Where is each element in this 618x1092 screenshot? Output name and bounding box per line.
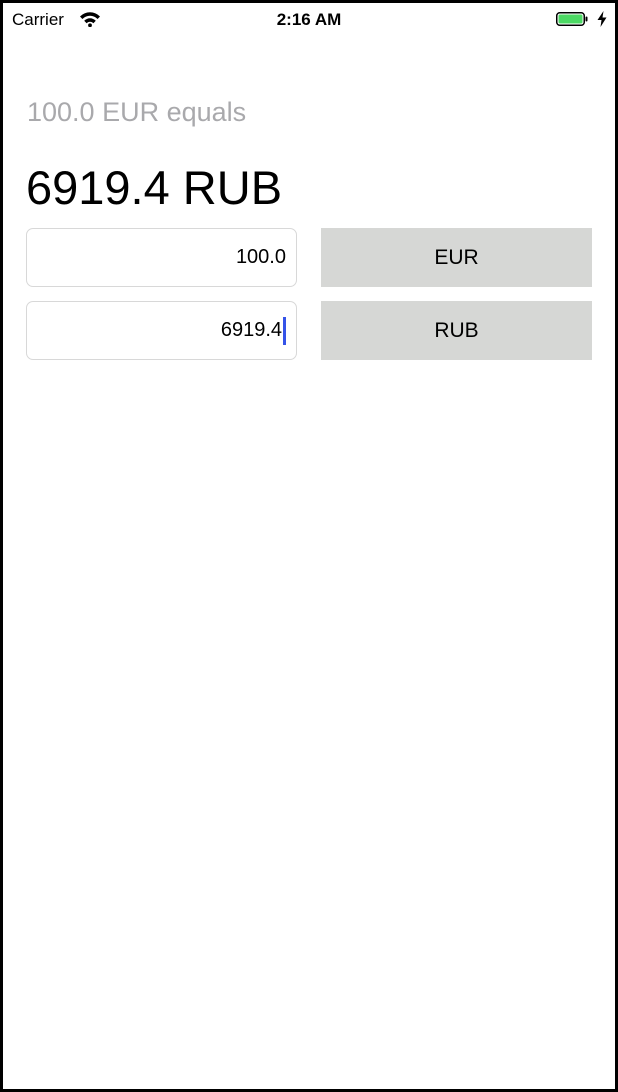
source-currency-label: EUR — [434, 245, 479, 269]
charging-bolt-icon — [597, 11, 607, 27]
status-time: 2:16 AM — [276, 10, 342, 29]
target-amount-field[interactable]: 6919.4 — [26, 301, 297, 360]
conversion-result: 6919.4 RUB — [26, 161, 283, 214]
source-amount-value: 100.0 — [235, 246, 286, 268]
source-currency-button[interactable]: EUR — [321, 228, 592, 287]
conversion-summary: 100.0 EUR equals — [27, 97, 247, 127]
target-amount-value: 6919.4 — [220, 319, 282, 341]
source-amount-field[interactable]: 100.0 — [26, 228, 297, 287]
battery-icon — [556, 12, 588, 26]
target-currency-label: RUB — [434, 318, 479, 342]
target-currency-button[interactable]: RUB — [321, 301, 592, 360]
text-caret — [283, 316, 286, 345]
app-screen: Carrier 2:16 AM 100.0 EUR equals 6919.4 … — [0, 0, 618, 1092]
status-bar: Carrier 2:16 AM — [3, 3, 615, 39]
